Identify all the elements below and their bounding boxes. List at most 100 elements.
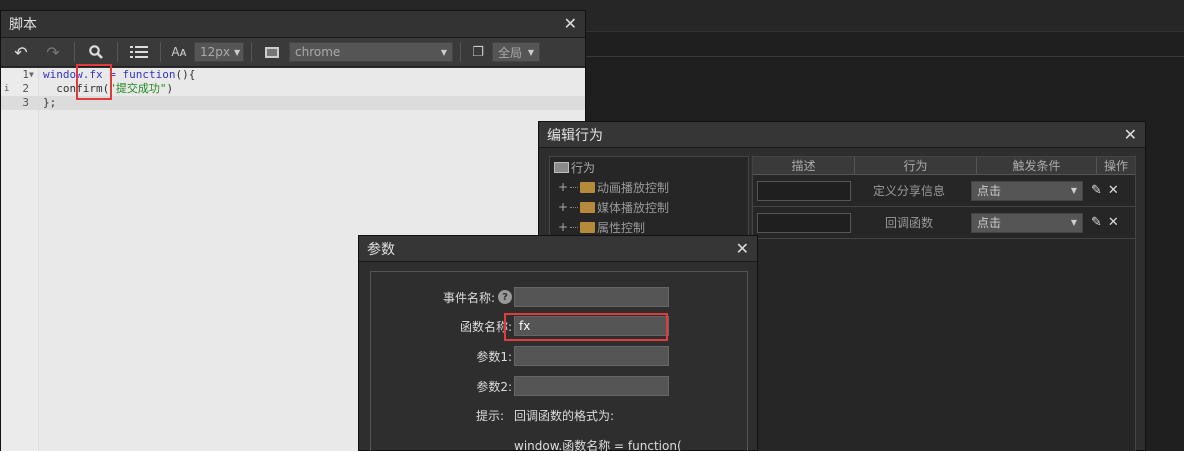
code-keyword: function bbox=[122, 68, 176, 81]
param2-row: 参数2: bbox=[371, 375, 749, 397]
behavior-cell: 定义分享信息 bbox=[872, 184, 945, 198]
line-number: 2 bbox=[22, 82, 29, 95]
font-size-icon: Aᴀ bbox=[171, 45, 187, 59]
behavior-window-titlebar[interactable]: 编辑行为 ✕ bbox=[539, 122, 1145, 148]
event-name-input[interactable] bbox=[514, 287, 669, 307]
tip-label: 提示: bbox=[475, 408, 504, 423]
table-row: 回调函数 点击 ▼ ✎ ✕ bbox=[753, 207, 1135, 239]
tree-item-label: 媒体播放控制 bbox=[597, 200, 670, 215]
description-input[interactable] bbox=[757, 212, 851, 233]
browser-value: chrome bbox=[295, 45, 341, 59]
tip-row: 提示: 回调函数的格式为: bbox=[371, 404, 749, 426]
param1-input[interactable] bbox=[514, 346, 669, 366]
param1-row: 参数1: bbox=[371, 345, 749, 367]
tree-item[interactable]: + 动画播放控制 bbox=[550, 177, 748, 197]
param-dialog-titlebar[interactable]: 参数 ✕ bbox=[359, 236, 757, 262]
trigger-select[interactable]: 点击 ▼ bbox=[971, 180, 1083, 201]
copy-icon[interactable]: ❐ bbox=[468, 45, 488, 60]
chevron-down-icon: ▼ bbox=[440, 47, 447, 57]
tip-text: 回调函数的格式为: bbox=[514, 408, 615, 423]
tree-item[interactable]: + 属性控制 bbox=[550, 217, 748, 237]
highlight-box bbox=[76, 64, 112, 100]
table-row: 定义分享信息 点击 ▼ ✎ ✕ bbox=[753, 175, 1135, 207]
toolbar-divider bbox=[74, 42, 75, 62]
column-header: 触发条件 bbox=[977, 157, 1097, 174]
expand-icon[interactable]: + bbox=[558, 220, 570, 234]
trigger-value: 点击 bbox=[977, 184, 1002, 198]
line-number: 1 bbox=[22, 68, 29, 81]
toolbar-divider bbox=[251, 42, 252, 62]
param-dialog-title: 参数 bbox=[367, 241, 395, 258]
script-toolbar: ↶ ↷ Aᴀ 12px ▼ chrome ▼ ❐ 全局 ▼ bbox=[1, 38, 585, 67]
event-name-row: 事件名称: ? bbox=[371, 286, 749, 308]
trigger-select[interactable]: 点击 ▼ bbox=[971, 212, 1083, 233]
tree-connector bbox=[570, 226, 578, 228]
code-text: window.fx = function(){ bbox=[43, 68, 195, 82]
line-number: 3 bbox=[22, 96, 29, 109]
font-size-value: 12px bbox=[200, 45, 230, 59]
expand-icon[interactable]: + bbox=[558, 180, 570, 194]
tree-item[interactable]: + 媒体播放控制 bbox=[550, 197, 748, 217]
search-icon[interactable] bbox=[82, 41, 110, 63]
folder-icon bbox=[580, 181, 595, 193]
browser-icon bbox=[265, 46, 279, 58]
delete-icon[interactable]: ✕ bbox=[1108, 215, 1119, 230]
tip-code-row: window.函数名称 = function( bbox=[371, 434, 749, 451]
edit-icon[interactable]: ✎ bbox=[1091, 183, 1102, 198]
highlight-box bbox=[504, 313, 668, 341]
chevron-down-icon: ▼ bbox=[1070, 218, 1077, 227]
browser-select[interactable]: chrome ▼ bbox=[289, 42, 453, 62]
tree-connector bbox=[570, 186, 578, 188]
code-string: "提交成功" bbox=[109, 82, 167, 95]
expand-icon[interactable]: + bbox=[558, 200, 570, 214]
toolbar-divider bbox=[460, 42, 461, 62]
tree-root-label: 行为 bbox=[571, 160, 596, 175]
tree-item-label: 属性控制 bbox=[597, 220, 646, 235]
script-window-titlebar[interactable]: 脚本 ✕ bbox=[1, 11, 585, 38]
event-name-label-text: 事件名称: bbox=[442, 290, 495, 305]
row-actions: ✎ ✕ bbox=[1091, 215, 1119, 230]
param1-label: 参数1: bbox=[476, 349, 512, 364]
behavior-window-title: 编辑行为 bbox=[547, 127, 603, 144]
scope-select[interactable]: 全局 ▼ bbox=[492, 42, 540, 62]
toolbar-divider bbox=[160, 42, 161, 62]
param-dialog: 参数 ✕ 事件名称: ? 函数名称: fx 参数1: 参数2: 提示: 回调函数… bbox=[358, 235, 758, 451]
help-icon[interactable]: ? bbox=[498, 290, 512, 304]
folder-icon bbox=[580, 221, 595, 233]
folder-icon bbox=[580, 201, 595, 213]
tip-code: window.函数名称 = function( bbox=[514, 438, 682, 451]
chevron-down-icon: ▼ bbox=[1070, 186, 1077, 195]
param-form: 事件名称: ? 函数名称: fx 参数1: 参数2: 提示: 回调函数的格式为:… bbox=[370, 271, 748, 451]
chevron-down-icon: ▼ bbox=[527, 47, 534, 57]
script-window-title: 脚本 bbox=[9, 17, 37, 33]
code-text: }; bbox=[43, 96, 57, 109]
redo-icon[interactable]: ↷ bbox=[39, 41, 67, 63]
code-token: ) bbox=[166, 82, 174, 95]
background-divider bbox=[586, 56, 1184, 57]
behavior-table: 描述 行为 触发条件 操作 定义分享信息 点击 ▼ ✎ ✕ 回调函数 点击 ▼ bbox=[752, 156, 1136, 451]
param2-label: 参数2: bbox=[476, 379, 512, 394]
fold-arrow-icon[interactable]: ▼ bbox=[29, 68, 34, 82]
param2-input[interactable] bbox=[514, 376, 669, 396]
list-icon[interactable] bbox=[125, 41, 153, 63]
close-icon[interactable]: ✕ bbox=[1124, 126, 1137, 143]
tree-item-label: 动画播放控制 bbox=[597, 180, 670, 195]
trigger-value: 点击 bbox=[977, 216, 1002, 230]
toolbar-divider bbox=[117, 42, 118, 62]
computer-icon bbox=[554, 161, 569, 173]
delete-icon[interactable]: ✕ bbox=[1108, 183, 1119, 198]
table-header: 描述 行为 触发条件 操作 bbox=[753, 157, 1135, 175]
chevron-down-icon: ▼ bbox=[234, 47, 241, 57]
edit-icon[interactable]: ✎ bbox=[1091, 215, 1102, 230]
column-header: 描述 bbox=[753, 157, 855, 174]
event-name-label: 事件名称: ? bbox=[371, 289, 514, 306]
undo-icon[interactable]: ↶ bbox=[7, 41, 35, 63]
tree-root[interactable]: 行为 bbox=[550, 157, 748, 177]
close-icon[interactable]: ✕ bbox=[736, 240, 749, 257]
column-header: 行为 bbox=[855, 157, 977, 174]
line-gutter bbox=[1, 68, 39, 451]
close-icon[interactable]: ✕ bbox=[564, 16, 577, 32]
font-size-select[interactable]: 12px ▼ bbox=[194, 42, 244, 62]
description-input[interactable] bbox=[757, 180, 851, 201]
column-header: 操作 bbox=[1103, 159, 1128, 173]
